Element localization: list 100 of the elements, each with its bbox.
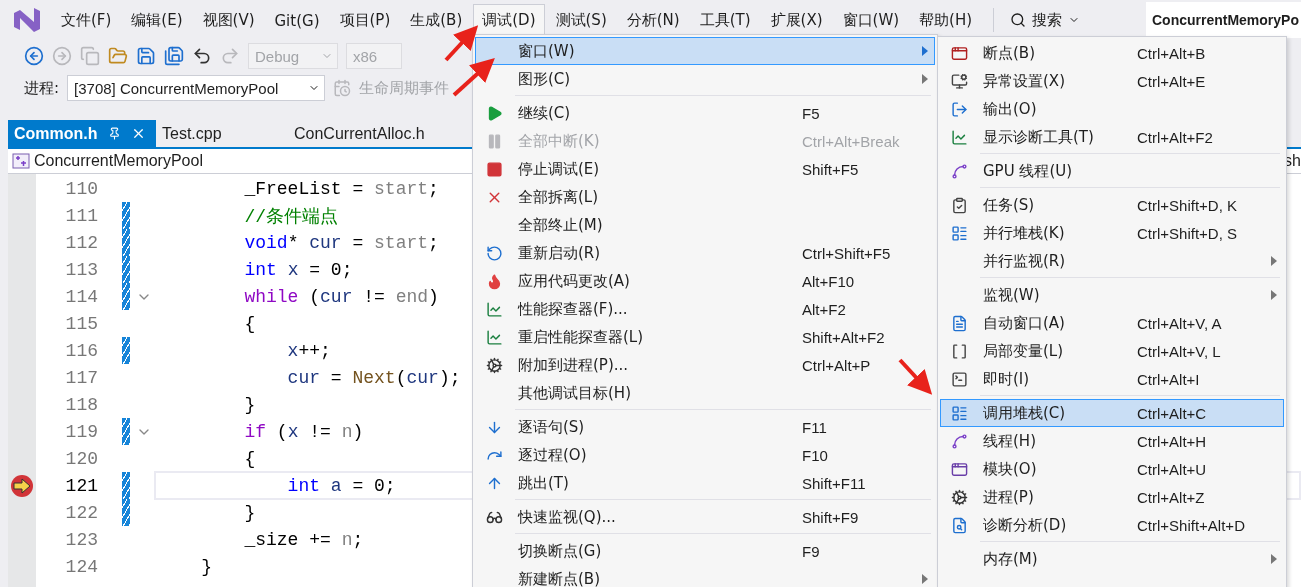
save-icon[interactable]: [136, 46, 156, 66]
file-tab[interactable]: Test.cpp: [156, 120, 288, 147]
code-line: if (x != n): [243, 421, 364, 442]
menu-item[interactable]: 停止调试(E) Shift+F5: [475, 155, 935, 183]
line-number: 114: [64, 286, 98, 307]
menu-item[interactable]: 监视(W): [940, 281, 1284, 309]
pin-icon[interactable]: [107, 127, 121, 140]
line-number: 112: [64, 232, 98, 253]
menu-bar-item[interactable]: 窗口(W): [833, 4, 909, 36]
calendar-icon: [333, 79, 352, 97]
menu-item[interactable]: 性能探查器(F)... Alt+F2: [475, 295, 935, 323]
menu-item[interactable]: 全部拆离(L): [475, 183, 935, 211]
menu-item[interactable]: 切换断点(G) F9: [475, 537, 935, 565]
stack-list-icon: [950, 224, 968, 242]
menu-item[interactable]: 附加到进程(P)... Ctrl+Alt+P: [475, 351, 935, 379]
folder-icon[interactable]: [108, 46, 128, 66]
file-tab[interactable]: Common.h: [8, 120, 156, 147]
document-icon: [950, 314, 968, 332]
scope-dropdown[interactable]: ConcurrentMemoryPool: [34, 152, 203, 170]
line-number: 122: [64, 502, 98, 523]
code-line: {: [243, 313, 256, 334]
curve-icon: [950, 162, 968, 180]
menu-item[interactable]: 内存(M): [940, 545, 1284, 573]
code-line: void* cur = start;: [243, 232, 439, 253]
project-icon: [12, 153, 30, 169]
menu-item[interactable]: 逐语句(S) F11: [475, 413, 935, 441]
line-number: 124: [64, 556, 98, 577]
menu-item[interactable]: 断点(B) Ctrl+Alt+B: [940, 39, 1284, 67]
menu-item[interactable]: 全部终止(M): [475, 211, 935, 239]
clipboard-check-icon: [950, 196, 968, 214]
line-number: 110: [64, 178, 98, 199]
line-number: 119: [64, 421, 98, 442]
menu-item[interactable]: 调用堆栈(C) Ctrl+Alt+C: [940, 399, 1284, 427]
code-line: x++;: [286, 340, 331, 361]
line-number: 118: [64, 394, 98, 415]
menu-item[interactable]: 输出(O): [940, 95, 1284, 123]
menu-item[interactable]: 快速监视(Q)... Shift+F9: [475, 503, 935, 531]
line-number: 121: [64, 475, 98, 496]
menu-item[interactable]: 其他调试目标(H): [475, 379, 935, 407]
process-label: 进程:: [24, 78, 60, 98]
menu-item[interactable]: 局部变量(L) Ctrl+Alt+V, L: [940, 337, 1284, 365]
menu-bar-item[interactable]: 分析(N): [617, 4, 689, 36]
menu-item[interactable]: 窗口(W): [475, 37, 935, 65]
visual-studio-logo-icon[interactable]: [12, 6, 42, 34]
chart-icon: [950, 128, 968, 146]
menu-item[interactable]: 诊断分析(D) Ctrl+Shift+Alt+D: [940, 511, 1284, 539]
code-line: }: [243, 502, 256, 523]
menu-item[interactable]: 进程(P) Ctrl+Alt+Z: [940, 483, 1284, 511]
menu-item[interactable]: 显示诊断工具(T) Ctrl+Alt+F2: [940, 123, 1284, 151]
restart-icon: [485, 244, 503, 262]
undo-icon[interactable]: [192, 46, 212, 66]
menu-item[interactable]: 新建断点(B): [475, 565, 935, 587]
process-dropdown[interactable]: [3708] ConcurrentMemoryPool: [67, 75, 326, 101]
menu-item[interactable]: 并行堆栈(K) Ctrl+Shift+D, S: [940, 219, 1284, 247]
menu-bar-item[interactable]: 扩展(X): [761, 4, 832, 36]
menu-item[interactable]: 线程(H) Ctrl+Alt+H: [940, 427, 1284, 455]
menu-item[interactable]: 自动窗口(A) Ctrl+Alt+V, A: [940, 309, 1284, 337]
window-icon: [950, 460, 968, 478]
menu-bar-item[interactable]: Git(G): [265, 4, 329, 36]
save-all-icon[interactable]: [164, 46, 184, 66]
menu-item[interactable]: GPU 线程(U): [940, 157, 1284, 185]
curve-icon: [950, 432, 968, 450]
menu-bar-item[interactable]: 生成(B): [401, 4, 472, 36]
menu-item[interactable]: 图形(C): [475, 65, 935, 93]
terminal-icon: [950, 370, 968, 388]
code-line: }: [200, 556, 212, 577]
brackets-icon: [950, 342, 968, 360]
code-line: while (cur != end): [243, 286, 439, 307]
menu-item[interactable]: 重新启动(R) Ctrl+Shift+F5: [475, 239, 935, 267]
solution-title: ConcurrentMemoryPo: [1145, 2, 1301, 38]
menu-bar-item[interactable]: 视图(V): [193, 4, 264, 36]
menu-item[interactable]: 即时(I) Ctrl+Alt+I: [940, 365, 1284, 393]
menu-item[interactable]: 异常设置(X) Ctrl+Alt+E: [940, 67, 1284, 95]
stack-list-icon: [950, 404, 968, 422]
menu-item[interactable]: 模块(O) Ctrl+Alt+U: [940, 455, 1284, 483]
menu-item[interactable]: 跳出(T) Shift+F11: [475, 469, 935, 497]
search-button[interactable]: 搜索: [1004, 10, 1095, 30]
menu-bar-item[interactable]: 测试(S): [546, 4, 616, 36]
menu-bar-item[interactable]: 调试(D): [473, 4, 545, 36]
menu-bar-item[interactable]: 工具(T): [690, 4, 760, 36]
code-line: _size += n;: [243, 529, 364, 550]
code-line: }: [243, 394, 256, 415]
menu-item[interactable]: 应用代码更改(A) Alt+F10: [475, 267, 935, 295]
menu-item[interactable]: 任务(S) Ctrl+Shift+D, K: [940, 191, 1284, 219]
chart-icon: [485, 300, 503, 318]
code-line: //条件端点: [243, 205, 339, 228]
menu-item[interactable]: 重启性能探查器(L) Shift+Alt+F2: [475, 323, 935, 351]
annotation-arrow: [898, 358, 933, 395]
menu-bar-item[interactable]: 编辑(E): [122, 4, 192, 36]
line-number: 123: [64, 529, 98, 550]
menu-bar-item[interactable]: 项目(P): [330, 4, 400, 36]
code-line: {: [243, 448, 256, 469]
menu-item[interactable]: 逐过程(O) F10: [475, 441, 935, 469]
menu-item[interactable]: 继续(C) F5: [475, 99, 935, 127]
line-number: 116: [64, 340, 98, 361]
line-number: 117: [64, 367, 98, 388]
menu-item[interactable]: 并行监视(R): [940, 247, 1284, 275]
back-icon[interactable]: [24, 46, 44, 66]
menu-bar-item[interactable]: 文件(F): [52, 4, 121, 36]
menu-bar-item[interactable]: 帮助(H): [910, 4, 982, 36]
